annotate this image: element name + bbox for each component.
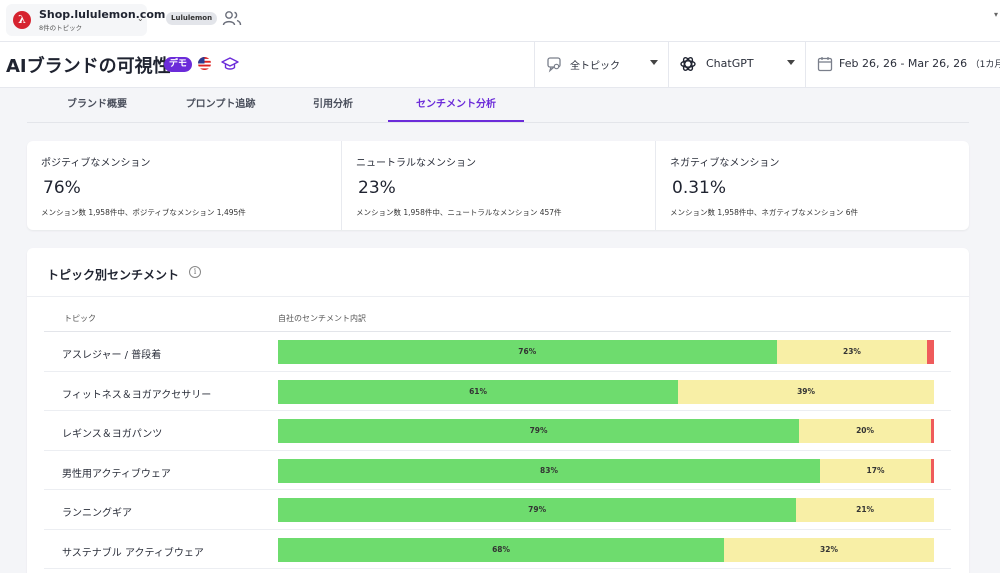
- stat-description: メンション数 1,958件中、ニュートラルなメンション 457件: [356, 208, 562, 217]
- topic-name: サステナブル アクティブウェア: [62, 547, 204, 559]
- date-period-text: （1カ月）: [970, 60, 1000, 70]
- column-header-topic: トピック: [64, 314, 96, 323]
- brand-chip[interactable]: Lululemon: [166, 12, 218, 25]
- info-icon[interactable]: i: [189, 266, 201, 278]
- topic-name: 男性用アクティブウェア: [62, 468, 171, 480]
- page-header: AIブランドの可視性 デモ 全トピック ChatGPT Feb 26, 26 -…: [0, 42, 1000, 88]
- topic-name: レギンス＆ヨガパンツ: [62, 429, 163, 440]
- topic-filter-dropdown[interactable]: 全トピック: [534, 42, 668, 88]
- page-title: AIブランドの可視性: [6, 56, 171, 77]
- table-row[interactable]: レギンス＆ヨガパンツ 79% 20%: [44, 411, 951, 451]
- topic-name: アスレジャー / 普段着: [62, 350, 162, 361]
- calendar-icon: [817, 57, 833, 72]
- date-range-label: Feb 26, 26 - Mar 26, 26 （1カ月）: [839, 57, 1000, 70]
- column-header-breakdown: 自社のセンチメント内訳: [278, 314, 366, 323]
- stat-description: メンション数 1,958件中、ポジティブなメンション 1,495件: [41, 208, 246, 217]
- sentiment-bar[interactable]: 79% 21%: [278, 498, 934, 522]
- demo-badge: デモ: [164, 57, 193, 72]
- stat-value: 76%: [43, 178, 81, 198]
- positive-segment[interactable]: 79%: [278, 419, 800, 443]
- table-header: トピック 自社のセンチメント内訳: [44, 310, 951, 332]
- positive-segment[interactable]: 79%: [278, 498, 797, 522]
- table-row[interactable]: ランニングギア 79% 21%: [44, 490, 951, 530]
- table-row[interactable]: 男性用アクティブウェア 83% 17%: [44, 451, 951, 490]
- stat-label: ニュートラルなメンション: [356, 158, 476, 169]
- topic-sentiment-card: トピック別センチメント i トピック 自社のセンチメント内訳 アスレジャー / …: [27, 248, 969, 573]
- chevron-down-icon: ⌄: [137, 14, 144, 23]
- topic-rows: アスレジャー / 普段着 76% 23% フィットネス＆ヨガアクセサリー 61% 39% レ…: [44, 332, 951, 569]
- menu-caret-icon[interactable]: ▾: [994, 10, 998, 19]
- negative-segment[interactable]: [931, 419, 934, 443]
- section-tabs: ブランド概要 プロンプト追跡 引用分析 センチメント分析: [27, 88, 969, 123]
- stat-description: メンション数 1,958件中、ネガティブなメンション 6件: [670, 208, 859, 217]
- negative-segment[interactable]: [931, 458, 934, 483]
- model-filter-label: ChatGPT: [706, 57, 754, 70]
- graduation-cap-icon[interactable]: [221, 56, 239, 71]
- stat-value: 23%: [358, 178, 396, 198]
- stat-label: ポジティブなメンション: [41, 158, 151, 169]
- table-row[interactable]: アスレジャー / 普段着 76% 23%: [44, 332, 951, 372]
- table-row[interactable]: フィットネス＆ヨガアクセサリー 61% 39%: [44, 372, 951, 411]
- neutral-segment[interactable]: 39%: [678, 379, 934, 404]
- neutral-segment[interactable]: 21%: [796, 498, 934, 522]
- neutral-segment[interactable]: 23%: [776, 340, 928, 364]
- stat-value: 0.31%: [672, 178, 727, 198]
- positive-segment[interactable]: 76%: [278, 340, 777, 364]
- positive-segment[interactable]: 83%: [278, 458, 820, 483]
- stat-positive: ポジティブなメンション 76% メンション数 1,958件中、ポジティブなメンシ…: [27, 141, 341, 230]
- positive-segment[interactable]: 61%: [278, 379, 679, 404]
- stat-neutral: ニュートラルなメンション 23% メンション数 1,958件中、ニュートラルなメ…: [341, 141, 655, 230]
- sentiment-bar[interactable]: 79% 20%: [278, 419, 934, 443]
- sentiment-bar[interactable]: 61% 39%: [278, 379, 934, 404]
- positive-segment[interactable]: 68%: [278, 537, 725, 562]
- site-name: Shop.lululemon.com: [39, 8, 166, 21]
- topic-name: ランニングギア: [62, 508, 132, 519]
- sentiment-summary-card: ポジティブなメンション 76% メンション数 1,958件中、ポジティブなメンシ…: [27, 141, 969, 230]
- date-range-picker[interactable]: Feb 26, 26 - Mar 26, 26 （1カ月）: [805, 42, 1000, 88]
- sentiment-bar[interactable]: 83% 17%: [278, 458, 934, 483]
- topic-name: フィットネス＆ヨガアクセサリー: [62, 389, 212, 401]
- stat-label: ネガティブなメンション: [670, 158, 780, 169]
- topic-filter-label: 全トピック: [570, 61, 620, 72]
- caret-down-icon: [650, 60, 658, 65]
- sentiment-bar[interactable]: 68% 32%: [278, 537, 934, 562]
- tab-brand-overview[interactable]: ブランド概要: [51, 88, 143, 122]
- neutral-segment[interactable]: 32%: [724, 537, 934, 562]
- chatgpt-logo-icon: [680, 57, 696, 71]
- tab-citation-analysis[interactable]: 引用分析: [298, 88, 368, 122]
- date-range-text: Feb 26, 26 - Mar 26, 26: [839, 57, 968, 70]
- tab-sentiment-analysis[interactable]: センチメント分析: [388, 88, 524, 122]
- topic-chat-icon: [547, 57, 561, 73]
- caret-down-icon: [787, 60, 795, 65]
- table-row[interactable]: サステナブル アクティブウェア 68% 32%: [44, 530, 951, 569]
- users-icon[interactable]: [222, 10, 242, 27]
- model-filter-dropdown[interactable]: ChatGPT: [668, 42, 805, 88]
- site-topic-count: 8件のトピック: [39, 24, 83, 32]
- section-title: トピック別センチメント: [47, 268, 180, 282]
- us-flag-icon: [198, 57, 211, 70]
- negative-segment[interactable]: [927, 340, 934, 364]
- tab-prompt-tracking[interactable]: プロンプト追跡: [168, 88, 273, 122]
- neutral-segment[interactable]: 17%: [820, 458, 931, 483]
- site-switcher[interactable]: λ Shop.lululemon.com 8件のトピック ⌄: [6, 4, 165, 36]
- stat-negative: ネガティブなメンション 0.31% メンション数 1,958件中、ネガティブなメ…: [655, 141, 969, 230]
- neutral-segment[interactable]: 20%: [799, 419, 931, 443]
- divider: [27, 296, 969, 297]
- lululemon-logo-icon: λ: [13, 11, 31, 29]
- sentiment-bar[interactable]: 76% 23%: [278, 340, 934, 364]
- top-bar: λ Shop.lululemon.com 8件のトピック ⌄ Lululemon…: [0, 0, 1000, 42]
